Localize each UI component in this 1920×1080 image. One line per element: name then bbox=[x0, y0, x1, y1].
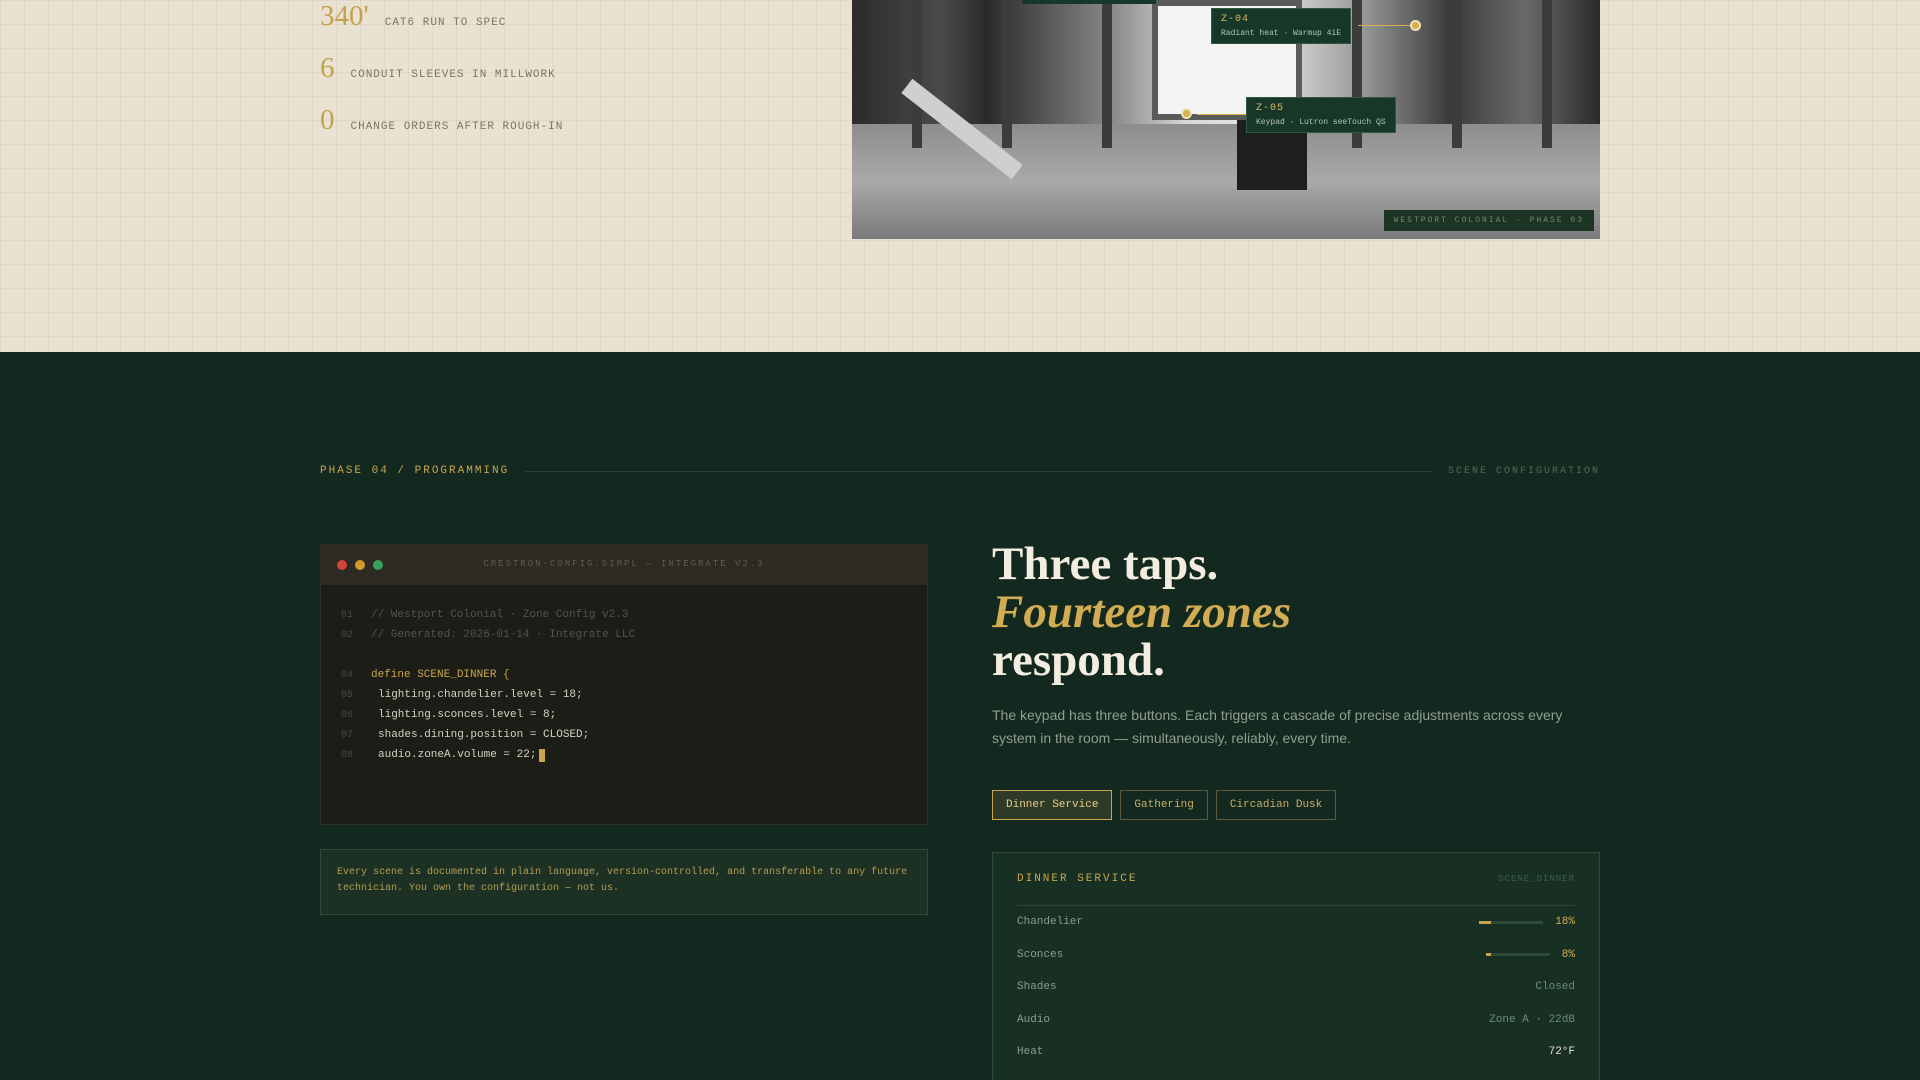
stat-label: CHANGE ORDERS AFTER ROUGH-IN bbox=[350, 121, 564, 133]
panel-title: DINNER SERVICE bbox=[1017, 873, 1138, 885]
level-bar-fill bbox=[1479, 920, 1491, 924]
scene-button-dinner-service[interactable]: Dinner Service bbox=[992, 790, 1113, 820]
tag-top-partial bbox=[1022, 0, 1156, 4]
top-section: 340' CAT6 RUN TO SPEC 6 CONDUIT SLEEVES … bbox=[0, 0, 1920, 352]
photo-stud bbox=[1542, 0, 1552, 149]
photo-caption: WESTPORT COLONIAL · PHASE 03 bbox=[1383, 210, 1594, 231]
code-line: 01 // Westport Colonial · Zone Config v2… bbox=[341, 605, 927, 625]
level-bar bbox=[1479, 920, 1544, 924]
scene-detail-panel: DINNER SERVICE SCENE_DINNER Chandelier 1… bbox=[992, 852, 1600, 1080]
panel-row-audio: Audio Zone A · 22dB bbox=[1017, 1004, 1575, 1037]
code-line: 05 lighting.chandelier.level = 18; bbox=[341, 685, 927, 705]
section-headline: Three taps. Fourteen zones respond. bbox=[992, 540, 1291, 684]
zone-tag-z05[interactable]: Z-05 Keypad · Lutron seeTouch QS bbox=[1246, 97, 1396, 133]
scene-selector: Dinner Service Gathering Circadian Dusk bbox=[992, 790, 1337, 820]
headline-line-2: Fourteen zones bbox=[992, 586, 1292, 638]
line-number: 08 bbox=[341, 749, 354, 761]
tag-description: Radiant heat · Warmup 4iE bbox=[1221, 29, 1342, 38]
text-cursor bbox=[539, 748, 546, 762]
tag-id: Z-05 bbox=[1256, 103, 1285, 114]
code-line: 07 shades.dining.position = CLOSED; bbox=[341, 725, 927, 745]
tag-leader-line bbox=[1358, 25, 1410, 26]
photo-stud bbox=[1452, 0, 1462, 149]
row-label: Sconces bbox=[1017, 948, 1064, 961]
photo-stud bbox=[912, 0, 922, 149]
phase-divider bbox=[525, 470, 1432, 472]
photo-stud bbox=[1002, 0, 1012, 149]
code-line: 04 define SCENE_DINNER { bbox=[341, 665, 927, 685]
code-comment: // Generated: 2026-01-14 · Integrate LLC bbox=[371, 629, 636, 641]
row-label: Chandelier bbox=[1017, 916, 1084, 929]
stat-number: 6 bbox=[320, 52, 335, 84]
line-number: 07 bbox=[341, 729, 354, 741]
tag-id: Z-04 bbox=[1221, 14, 1250, 25]
panel-scene-code: SCENE_DINNER bbox=[1498, 874, 1575, 884]
panel-row-heat: Heat 72°F bbox=[1017, 1036, 1575, 1069]
tag-leader-line bbox=[1197, 114, 1246, 115]
headline-line-3: respond. bbox=[992, 634, 1165, 686]
stat-label: CAT6 RUN TO SPEC bbox=[384, 17, 507, 29]
line-number: 06 bbox=[341, 709, 354, 721]
level-bar bbox=[1485, 953, 1550, 957]
code-keyword: define SCENE_DINNER { bbox=[371, 669, 510, 681]
zone-marker-dot[interactable] bbox=[1181, 108, 1192, 119]
stat-change-orders: 0 CHANGE ORDERS AFTER ROUGH-IN bbox=[320, 104, 563, 137]
code-line: 06 lighting.sconces.level = 8; bbox=[341, 705, 927, 725]
row-value: Zone A · 22dB bbox=[1489, 1013, 1575, 1026]
code-comment: // Westport Colonial · Zone Config v2.3 bbox=[371, 609, 629, 621]
code-window-titlebar: CRESTRON-CONFIG.SIMPL — INTEGRATE V2.3 bbox=[321, 545, 927, 585]
line-number: 02 bbox=[341, 629, 354, 641]
phase-section-label: SCENE CONFIGURATION bbox=[1447, 465, 1600, 477]
level-percent: 18% bbox=[1555, 916, 1575, 929]
level-bar-fill bbox=[1485, 953, 1491, 957]
phase-header: PHASE 04 / PROGRAMMING SCENE CONFIGURATI… bbox=[320, 465, 1600, 477]
construction-photo: Z-04 Radiant heat · Warmup 4iE Z-05 Keyp… bbox=[852, 0, 1600, 239]
code-line: 08 audio.zoneA.volume = 22; bbox=[341, 745, 927, 765]
stat-cable-run: 340' CAT6 RUN TO SPEC bbox=[320, 0, 506, 33]
row-value: 18% bbox=[1479, 916, 1575, 928]
intro-paragraph: The keypad has three buttons. Each trigg… bbox=[992, 707, 1563, 746]
code-statement: lighting.chandelier.level = 18; bbox=[378, 689, 583, 701]
zone-marker-dot[interactable] bbox=[1410, 20, 1421, 31]
tag-description: Keypad · Lutron seeTouch QS bbox=[1256, 118, 1386, 127]
level-percent: 8% bbox=[1561, 948, 1575, 961]
panel-row-shades: Shades Closed bbox=[1017, 971, 1575, 1004]
code-window-title: CRESTRON-CONFIG.SIMPL — INTEGRATE V2.3 bbox=[483, 559, 765, 569]
ownership-note: Every scene is documented in plain langu… bbox=[320, 849, 928, 915]
phase-label: PHASE 04 / PROGRAMMING bbox=[320, 465, 510, 477]
photo-stud bbox=[1102, 0, 1112, 149]
panel-row-sconces: Sconces 8% bbox=[1017, 939, 1575, 972]
stat-number: 0 bbox=[320, 104, 335, 136]
panel-row-chandelier: Chandelier 18% bbox=[1017, 906, 1575, 939]
scene-button-circadian-dusk[interactable]: Circadian Dusk bbox=[1215, 790, 1337, 820]
scene-button-gathering[interactable]: Gathering bbox=[1120, 790, 1208, 820]
row-value: Closed bbox=[1535, 981, 1575, 994]
zone-tag-z04[interactable]: Z-04 Radiant heat · Warmup 4iE bbox=[1211, 8, 1352, 44]
headline-line-1: Three taps. bbox=[992, 538, 1219, 590]
code-editor[interactable]: 01 // Westport Colonial · Zone Config v2… bbox=[321, 585, 927, 765]
row-label: Heat bbox=[1017, 1046, 1044, 1059]
panel-header: DINNER SERVICE SCENE_DINNER bbox=[1017, 853, 1575, 906]
stat-conduit-sleeves: 6 CONDUIT SLEEVES IN MILLWORK bbox=[320, 52, 556, 85]
code-statement: audio.zoneA.volume = 22; bbox=[378, 749, 537, 761]
row-value: 8% bbox=[1485, 948, 1575, 961]
stat-number: 340' bbox=[320, 0, 369, 32]
code-window: CRESTRON-CONFIG.SIMPL — INTEGRATE V2.3 0… bbox=[320, 544, 928, 825]
stat-label: CONDUIT SLEEVES IN MILLWORK bbox=[350, 69, 556, 81]
row-label: Shades bbox=[1017, 981, 1057, 994]
row-value: 72°F bbox=[1548, 1046, 1575, 1059]
line-number: 01 bbox=[341, 609, 354, 621]
line-number: 04 bbox=[341, 669, 354, 681]
code-statement: lighting.sconces.level = 8; bbox=[378, 709, 557, 721]
code-statement: shades.dining.position = CLOSED; bbox=[378, 729, 590, 741]
row-label: Audio bbox=[1017, 1013, 1051, 1026]
line-number: 05 bbox=[341, 689, 354, 701]
code-line: 02 // Generated: 2026-01-14 · Integrate … bbox=[341, 625, 927, 645]
